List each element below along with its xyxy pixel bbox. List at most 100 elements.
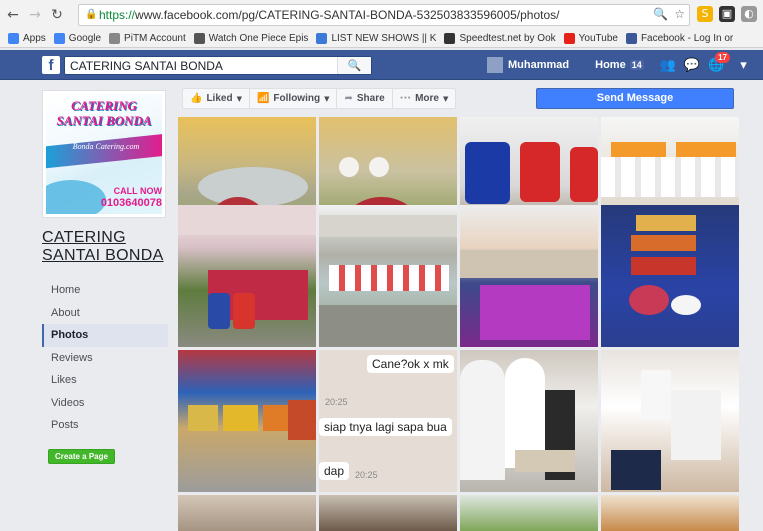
nav-home[interactable]: Home (42, 279, 168, 302)
chevron-down-icon: ▼ (442, 94, 449, 103)
facebook-header: f 🔍 Muhammad Home 14 👥 💬 🌐17 ▾ (0, 50, 763, 80)
nav-posts[interactable]: Posts (42, 414, 168, 437)
notification-badge: 17 (715, 51, 730, 63)
nav-photos[interactable]: Photos (42, 324, 168, 347)
profile-picture[interactable]: CATERING SANTAI BONDA Bonda Catering.com… (42, 90, 166, 218)
following-label: Following (273, 93, 321, 104)
notifications-icon[interactable]: 🌐 17 (708, 51, 730, 73)
create-page-button[interactable]: Create a Page (48, 449, 115, 464)
following-button[interactable]: 📶 Following ▼ (250, 89, 338, 108)
chat-message: Cane?ok x mk (367, 355, 454, 373)
bookmark-item[interactable]: Facebook - Log In or (625, 33, 733, 44)
chat-message: dap (319, 462, 350, 480)
share-button[interactable]: ➦ Share (337, 89, 393, 108)
logo-title: CATERING SANTAI BONDA (56, 98, 152, 128)
address-bar[interactable]: 🔒 https://www.facebook.com/pg/CATERING-S… (78, 4, 690, 26)
speedtest-icon (444, 33, 456, 44)
bookmark-label: Speedtest.net by Ook (459, 33, 556, 44)
account-menu-icon[interactable]: ▾ (740, 58, 747, 73)
thumbs-up-icon: 👍 (190, 93, 203, 104)
bookmark-label: PiTM Account (124, 33, 186, 44)
nav-likes[interactable]: Likes (42, 369, 168, 392)
chevron-down-icon: ▼ (324, 94, 330, 103)
nav-videos[interactable]: Videos (42, 392, 168, 415)
nav-about[interactable]: About (42, 302, 168, 325)
list-icon (316, 33, 328, 44)
photo-thumbnail[interactable] (601, 495, 739, 531)
google-icon (53, 33, 65, 44)
page-title-line2: SANTAI BONDA (42, 247, 164, 264)
chat-time: 20:25 (355, 470, 378, 480)
photo-thumbnail[interactable] (319, 495, 457, 531)
profile-link[interactable]: Muhammad (508, 59, 569, 71)
chat-time: 20:25 (325, 397, 348, 407)
bookmark-item[interactable]: Watch One Piece Epis (193, 33, 309, 44)
logo-phone: 0103640078 (100, 197, 162, 209)
photo-thumbnail[interactable] (460, 495, 598, 531)
reload-icon[interactable]: ↻ (48, 6, 66, 24)
extension-icon[interactable]: S (697, 6, 713, 22)
bookmark-label: LIST NEW SHOWS || K (331, 33, 437, 44)
photo-thumbnail[interactable] (460, 350, 598, 492)
url-path: www.facebook.com/pg/CATERING-SANTAI-BOND… (135, 8, 560, 22)
facebook-icon (625, 33, 637, 44)
bookmarks-bar: Apps Google PiTM Account Watch One Piece Ep… (0, 30, 763, 48)
page-actions: 👍 Liked ▼ 📶 Following ▼ ➦ Share ··· More ▼ Send… (176, 81, 763, 116)
photo-thumbnail[interactable] (601, 350, 739, 492)
facebook-logo-icon[interactable]: f (42, 56, 60, 74)
page-title[interactable]: CATERING SANTAI BONDA (42, 229, 164, 265)
ellipsis-icon: ··· (399, 93, 412, 104)
bookmark-item[interactable]: PiTM Account (109, 33, 186, 44)
apps-grid-icon (8, 33, 19, 44)
url-text[interactable]: https://www.facebook.com/pg/CATERING-SAN… (99, 8, 659, 22)
avatar[interactable] (487, 57, 503, 73)
share-icon: ➦ (344, 93, 353, 104)
send-message-button[interactable]: Send Message (536, 88, 734, 109)
url-scheme: https:// (99, 8, 136, 22)
extension-icon[interactable]: ▣ (719, 6, 735, 22)
page-nav: Home About Photos Reviews Likes Videos P… (42, 279, 168, 437)
bookmark-item[interactable]: YouTube (563, 33, 618, 44)
more-button[interactable]: ··· More ▼ (393, 89, 456, 108)
bookmark-label: Google (68, 33, 102, 44)
liked-button[interactable]: 👍 Liked ▼ (183, 89, 250, 108)
pitm-icon (109, 33, 121, 44)
friend-requests-icon[interactable]: 👥 (660, 58, 676, 73)
bookmark-star-icon[interactable]: ☆ (674, 7, 685, 21)
photo-thumbnail[interactable] (319, 205, 457, 347)
logo-call: CALL NOW (113, 186, 162, 196)
messages-icon[interactable]: 💬 (684, 58, 700, 73)
extension-icon[interactable]: ◐ (741, 6, 757, 22)
bookmark-label: Apps (23, 33, 46, 44)
photo-thumbnail[interactable] (460, 205, 598, 347)
rss-icon: 📶 (256, 93, 270, 104)
search-icon[interactable]: 🔍 (337, 57, 371, 74)
photo-thumbnail[interactable] (178, 205, 316, 347)
home-link[interactable]: Home (595, 59, 626, 71)
search-input[interactable] (70, 57, 340, 75)
liked-label: Liked (206, 93, 233, 104)
tv-icon (193, 33, 205, 44)
nav-reviews[interactable]: Reviews (42, 347, 168, 370)
bookmark-item[interactable]: LIST NEW SHOWS || K (316, 33, 436, 44)
bookmark-item[interactable]: Google (53, 33, 102, 44)
bookmark-item[interactable]: Apps (8, 33, 46, 44)
home-count: 14 (629, 60, 644, 70)
chevron-down-icon: ▼ (236, 94, 242, 103)
page-title-line1: CATERING (42, 229, 126, 246)
photo-thumbnail[interactable] (178, 495, 316, 531)
search-box[interactable]: 🔍 (64, 56, 372, 75)
lock-icon: 🔒 (85, 9, 98, 20)
more-label: More (415, 93, 439, 104)
chat-message: siap tnya lagi sapa bua (319, 418, 452, 436)
browser-toolbar: ← → ↻ 🔒 https://www.facebook.com/pg/CATE… (0, 0, 763, 30)
photo-thumbnail[interactable] (178, 350, 316, 492)
bookmark-item[interactable]: Speedtest.net by Ook (444, 33, 556, 44)
forward-icon[interactable]: → (26, 6, 44, 24)
photo-thumbnail[interactable] (601, 205, 739, 347)
chat-screenshot[interactable]: Cane?ok x mk 20:25 siap tnya lagi sapa b… (319, 350, 457, 492)
zoom-icon[interactable]: 🔍 (653, 7, 668, 21)
back-icon[interactable]: ← (4, 6, 22, 24)
share-label: Share (356, 93, 385, 104)
bookmark-label: Watch One Piece Epis (208, 33, 309, 44)
